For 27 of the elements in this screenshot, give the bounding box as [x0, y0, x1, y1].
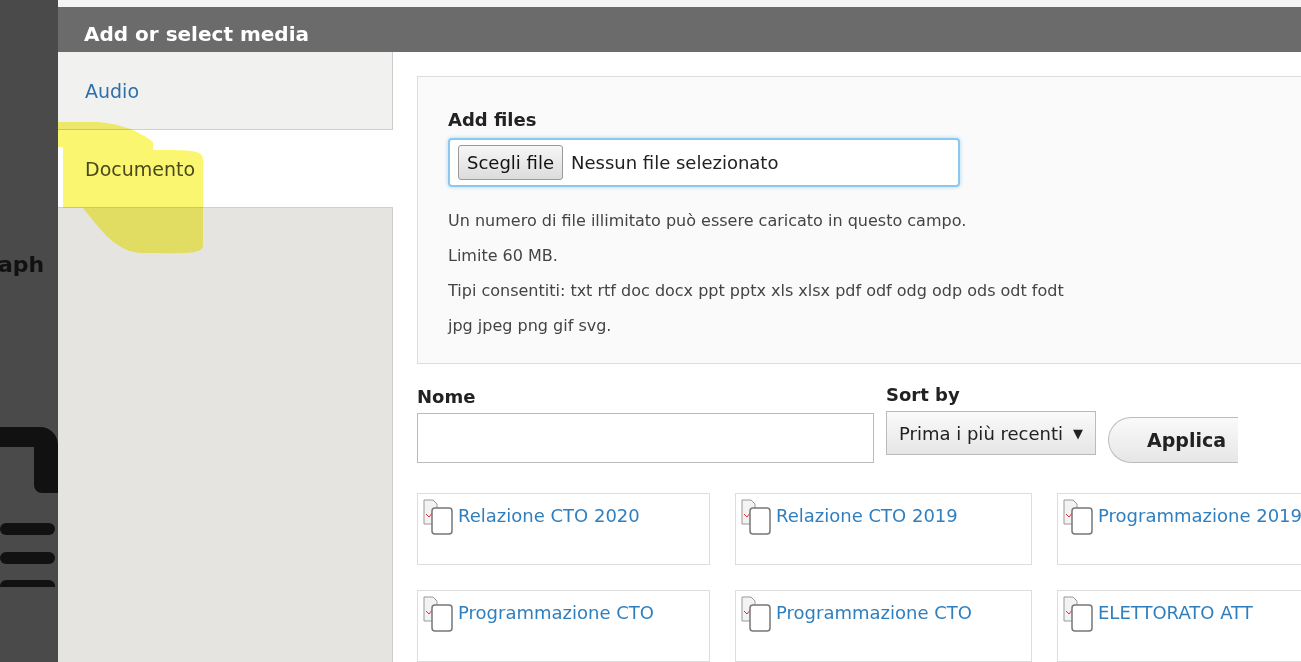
name-label: Nome — [417, 386, 477, 407]
file-status: Nessun file selezionato — [570, 152, 779, 173]
choose-file-button[interactable]: Scegli file — [458, 145, 563, 180]
media-card[interactable]: Programmazione 2019 — [1057, 493, 1301, 565]
help-text: Tipi consentiti: txt rtf doc docx ppt pptx xls xlsx pdf odf odg odp ods odt fodt — [448, 280, 1065, 302]
sort-select[interactable]: Prima i più recenti ▼ — [886, 411, 1097, 455]
media-title: Relazione CTO 2020 — [458, 504, 640, 528]
media-card[interactable]: Relazione CTO 2019 — [735, 493, 1032, 565]
help-text: jpg jpeg png gif svg. — [448, 315, 613, 337]
media-title: Programmazione CTO — [458, 601, 654, 625]
media-title: Programmazione 2019 — [1098, 504, 1301, 528]
media-title: Relazione CTO 2019 — [776, 504, 958, 528]
help-text: Un numero di file illimitato può essere caricato in questo campo. — [448, 210, 968, 232]
media-card[interactable]: Programmazione CTO — [735, 590, 1032, 662]
file-field[interactable]: Scegli file Nessun file selezionato — [448, 138, 960, 187]
media-title: Programmazione CTO — [776, 601, 972, 625]
dialog-title: Add or select media — [84, 22, 309, 46]
media-card[interactable]: Programmazione CTO — [417, 590, 710, 662]
name-field[interactable] — [417, 413, 874, 463]
media-title: ELETTORATO ATT — [1098, 601, 1253, 625]
help-text: Limite 60 MB. — [448, 245, 559, 267]
apply-button[interactable]: Applica — [1108, 417, 1239, 463]
field-label: Add files — [448, 109, 538, 130]
media-card[interactable]: Relazione CTO 2020 — [417, 493, 710, 565]
media-card[interactable]: ELETTORATO ATT — [1057, 590, 1301, 662]
sort-label: Sort by — [886, 384, 961, 405]
media-type-tab[interactable]: Audio — [58, 52, 392, 130]
